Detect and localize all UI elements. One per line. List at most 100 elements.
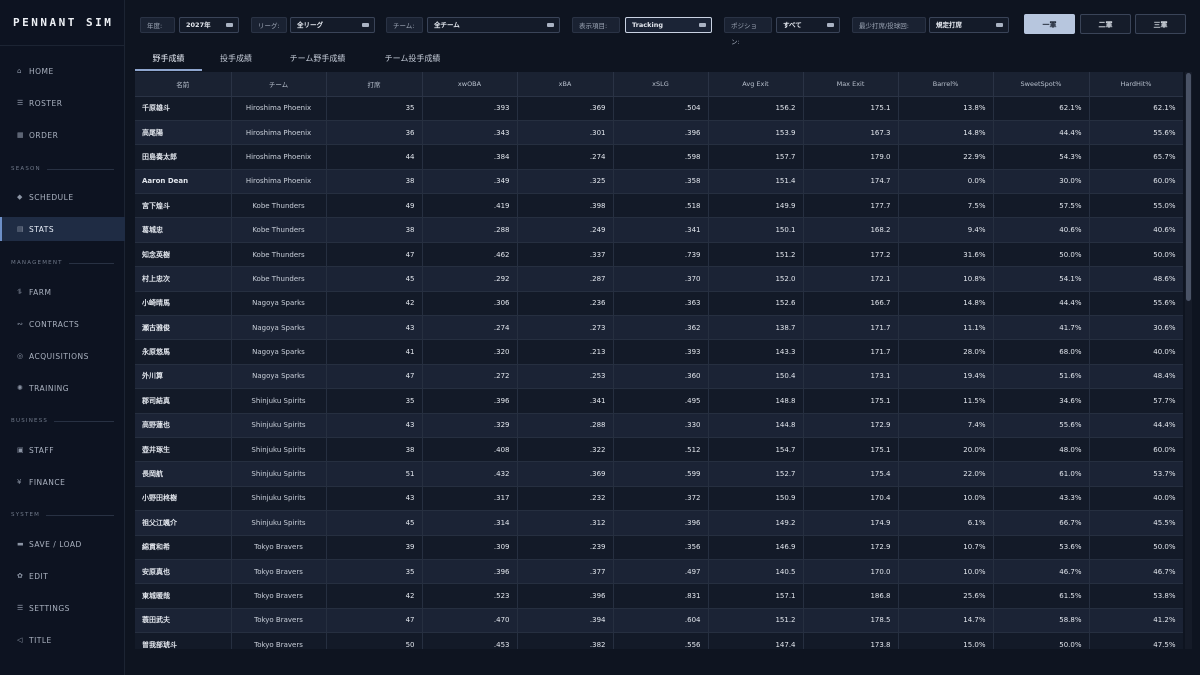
table-row[interactable]: 郡司結真 Shinjuku Spirits 35.396.341.495 148.8 1… [135,388,1183,414]
stat-cell: 30.0% [993,169,1090,195]
stat-cell: 50.0% [1089,535,1183,560]
column-header[interactable]: Barrel% [898,72,994,97]
table-row[interactable]: 曽我部琥斗 Tokyo Bravers 50.453.382.556 147.4 173… [135,632,1183,649]
min-select[interactable]: 規定打席 [929,17,1009,33]
stat-cell: 173.8 [803,632,899,649]
table-row[interactable]: 東城暖哉 Tokyo Bravers 42.523.396.831 157.1 186.… [135,583,1183,609]
stat-cell: .396 [613,120,709,146]
table-row[interactable]: 安原真也 Tokyo Bravers 35.396.377.497 140.5 170.… [135,559,1183,585]
stat-cell: 47 [326,364,423,390]
year-select[interactable]: 2027年 [179,17,239,33]
nav-stats[interactable]: ▤ STATS [0,217,125,241]
nav-save-load[interactable]: ▬ SAVE / LOAD [0,532,125,556]
stat-cell: 46.7% [1089,559,1183,585]
target-icon: ◎ [17,352,24,360]
table-row[interactable]: 壺井琢生 Shinjuku Spirits 38.408.322.512 154.7 1… [135,437,1183,463]
table-row[interactable]: 外川算 Nagoya Sparks 47.272.253.360 150.4 173.1… [135,364,1183,390]
nav-stats-label: STATS [29,224,55,234]
table-row[interactable]: 村上忠次 Kobe Thunders 45.292.287.370 152.0 172.… [135,266,1183,292]
stat-cell: 39 [326,535,423,560]
stat-cell: 40.6% [993,217,1090,243]
team-cell: Kobe Thunders [231,266,327,292]
team-select[interactable]: 全チーム [427,17,560,33]
table-row[interactable]: 田島奏太郎 Hiroshima Phoenix 44.384.274.598 157.… [135,144,1183,170]
stat-cell: 9.4% [898,217,994,243]
nav-schedule[interactable]: ◆ SCHEDULE [0,185,125,209]
nav-order[interactable]: ▦ ORDER [0,123,125,147]
table-row[interactable]: 千原雄斗 Hiroshima Phoenix 35.393.369.504 156.2… [135,96,1183,121]
table-row[interactable]: 宮下煌斗 Kobe Thunders 49.419.398.518 149.9 177.… [135,193,1183,219]
tab-team-batting[interactable]: チーム野手成績 [270,50,365,71]
stat-cell: .453 [422,632,518,649]
nav-roster-label: ROSTER [29,98,63,108]
table-row[interactable]: 永原悠馬 Nagoya Sparks 41.320.213.393 143.3 171.… [135,339,1183,365]
stat-cell: .343 [422,120,518,146]
caret-icon [547,23,554,27]
column-header[interactable]: 名前 [135,72,232,97]
stat-cell: 175.1 [803,437,899,463]
nav-training[interactable]: ✺ TRAINING [0,376,125,400]
table-row[interactable]: 蓑田武夫 Tokyo Bravers 47.470.394.604 151.2 178.… [135,608,1183,634]
table-row[interactable]: 小崎晴馬 Nagoya Sparks 42.306.236.363 152.6 166.… [135,291,1183,317]
stat-cell: 48.0% [993,437,1090,463]
team-label: チーム: [386,17,423,33]
nav-edit[interactable]: ✿ EDIT [0,564,125,588]
table-row[interactable]: 綿貫和希 Tokyo Bravers 39.309.239.356 146.9 172.… [135,535,1183,560]
column-header[interactable]: 打席 [326,72,423,97]
column-header[interactable]: Avg Exit [708,72,804,97]
table-row[interactable]: 小野田柊樹 Shinjuku Spirits 43.317.232.372 150.9… [135,486,1183,512]
stat-cell: 148.8 [708,388,804,414]
stat-cell: 60.0% [1089,437,1183,463]
stat-cell: .236 [517,291,614,317]
scrollbar-thumb[interactable] [1186,73,1191,301]
stat-cell: 175.1 [803,388,899,414]
league-select[interactable]: 全リーグ [290,17,375,33]
table-row[interactable]: Aaron Dean Hiroshima Phoenix 38.349.325.35… [135,169,1183,195]
table-row[interactable]: 高野蓮也 Shinjuku Spirits 43.329.288.330 144.8 1… [135,413,1183,438]
table-row[interactable]: 長岡航 Shinjuku Spirits 51.432.369.599 152.7 17… [135,461,1183,487]
stat-cell: 61.5% [993,583,1090,609]
column-header[interactable]: チーム [231,72,327,97]
tab-pitching[interactable]: 投手成績 [202,50,270,71]
nav-settings[interactable]: ☰ SETTINGS [0,596,125,620]
nav-roster[interactable]: ☰ ROSTER [0,91,125,115]
table-row[interactable]: 葛城忠 Kobe Thunders 38.288.249.341 150.1 168.2… [135,217,1183,243]
nav-contracts[interactable]: ∾ CONTRACTS [0,312,125,336]
tab-team-pitching[interactable]: チーム投手成績 [365,50,460,71]
nav-home[interactable]: ⌂ HOME [0,59,125,83]
column-header[interactable]: Max Exit [803,72,899,97]
stat-cell: .273 [517,315,614,341]
nav-farm[interactable]: ⥮ FARM [0,280,125,304]
group3-button[interactable]: 三軍 [1135,14,1186,34]
tab-batting[interactable]: 野手成績 [135,50,202,71]
table-row[interactable]: 高尾陽 Hiroshima Phoenix 36.343.301.396 153.9 1… [135,120,1183,146]
column-header[interactable]: xwOBA [422,72,518,97]
section-season: SEASON [11,166,114,172]
column-header[interactable]: xBA [517,72,614,97]
back-icon: ◁ [17,636,23,644]
column-header[interactable]: SweetSpot% [993,72,1090,97]
caret-icon [699,23,706,27]
column-header[interactable]: xSLG [613,72,709,97]
group2-button[interactable]: 二軍 [1080,14,1131,34]
table-row[interactable]: 瀬古雅俊 Nagoya Sparks 43.274.273.362 138.7 171.… [135,315,1183,341]
stat-cell: 49 [326,193,423,219]
nav-acquisitions[interactable]: ◎ ACQUISITIONS [0,344,125,368]
display-select[interactable]: Tracking [625,17,712,33]
stat-cell: .470 [422,608,518,634]
position-select[interactable]: すべて [776,17,840,33]
column-header[interactable]: HardHit% [1089,72,1183,97]
nav-staff[interactable]: ▣ STAFF [0,438,125,462]
table-row[interactable]: 祖父江颯介 Shinjuku Spirits 45.314.312.396 149.2… [135,510,1183,536]
group1-button[interactable]: 一軍 [1024,14,1075,34]
table-row[interactable]: 知念英樹 Kobe Thunders 47.462.337.739 151.2 177.… [135,242,1183,268]
stat-cell: 44.4% [993,291,1090,317]
stats-table: 名前 チーム 打席 xwOBA xBA xSLG Avg Exit Max Exit Barre… [135,72,1183,649]
nav-title[interactable]: ◁ TITLE [0,628,125,652]
stat-cell: .370 [613,266,709,292]
team-cell: Tokyo Bravers [231,559,327,585]
nav-finance[interactable]: ¥ FINANCE [0,470,125,494]
stat-cell: .253 [517,364,614,390]
player-name-cell: 祖父江颯介 [135,510,232,536]
table-scrollbar[interactable] [1185,72,1192,649]
